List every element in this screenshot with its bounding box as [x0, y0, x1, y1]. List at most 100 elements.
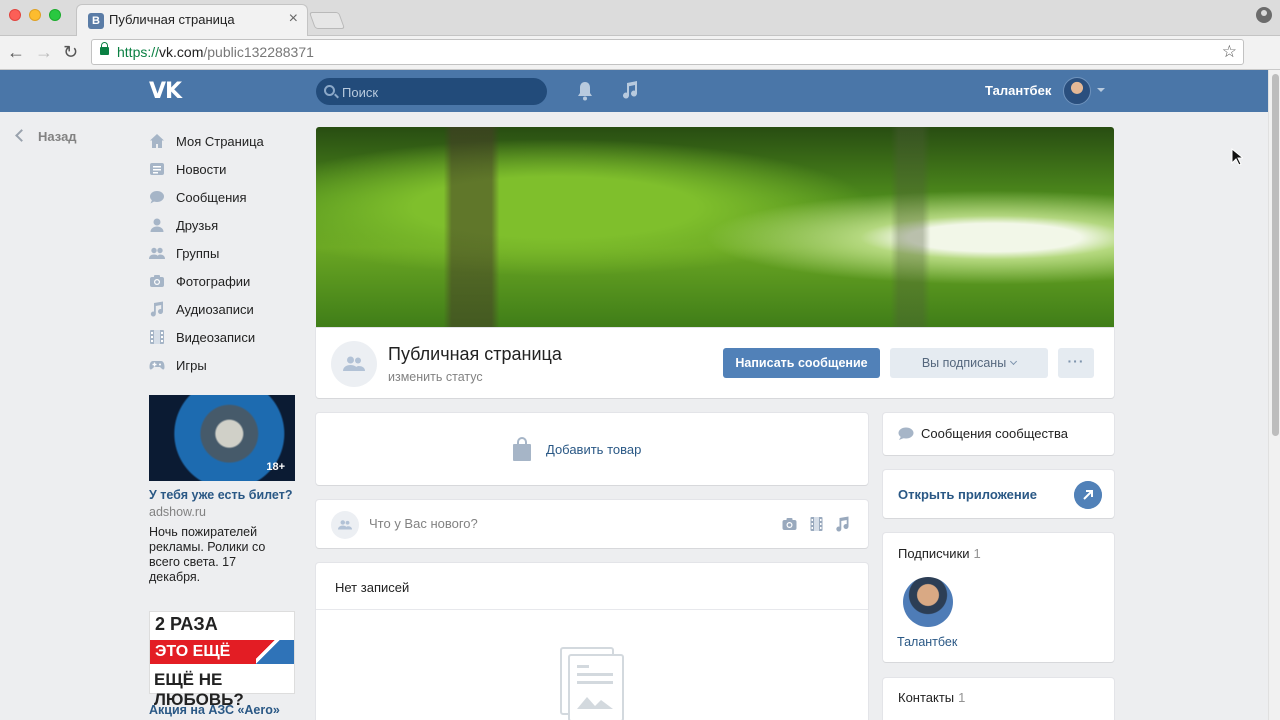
avatar[interactable] [903, 577, 953, 627]
menu-item-label: Сообщения [176, 190, 247, 205]
ad-title[interactable]: У тебя уже есть билет? [149, 488, 295, 502]
menu-item-my-page[interactable]: Моя Страница [149, 127, 299, 155]
divider [316, 609, 868, 610]
ad-banner[interactable]: 2 РАЗА ЭТО ЕЩЁ ЕЩЁ НЕ ЛЮБОВЬ? [149, 611, 295, 709]
menu-item-friends[interactable]: Друзья [149, 211, 299, 239]
header-user-name[interactable]: Талантбек [985, 83, 1051, 98]
menu-item-label: Видеозаписи [176, 330, 256, 345]
bell-icon[interactable] [577, 81, 593, 101]
subscribers-count: 1 [973, 546, 981, 561]
contacts-header[interactable]: Контакты 1 [898, 690, 965, 705]
news-icon [150, 163, 164, 175]
contacts-count: 1 [958, 690, 966, 705]
browser-tab-bar: В Публичная страница × [0, 0, 1280, 36]
film-icon [150, 330, 164, 344]
search-box[interactable] [316, 78, 547, 105]
menu-item-label: Новости [176, 162, 227, 177]
group-header: Публичная страница изменить статус Напис… [316, 328, 1114, 398]
ad-block[interactable]: 18+ У тебя уже есть билет? adshow.ru Ноч… [149, 395, 295, 585]
back-label: Назад [38, 129, 77, 144]
page-title: Публичная страница [388, 344, 562, 364]
ad-title[interactable]: Акция на АЗС «Аеro» [149, 703, 280, 717]
search-icon [324, 85, 335, 96]
address-bar: ← → ↻ https://vk.com/public132288371 ☆ [0, 36, 1280, 70]
search-input[interactable] [342, 83, 532, 101]
group-avatar[interactable] [331, 341, 377, 387]
url-text: https://vk.com/public132288371 [117, 44, 314, 60]
add-product-card[interactable]: Добавить товар [316, 413, 868, 485]
subscribed-button[interactable]: Вы подписаны [890, 348, 1048, 378]
menu-item-label: Фотографии [176, 274, 251, 289]
chevron-left-icon [15, 129, 28, 142]
ad-banner-line: ЭТО ЕЩЁ [150, 640, 256, 664]
mouse-cursor-icon [1231, 148, 1243, 166]
community-messages-card[interactable]: Сообщения сообщества [883, 413, 1114, 455]
bookmark-star-icon[interactable]: ☆ [1222, 42, 1237, 62]
menu-item-photos[interactable]: Фотографии [149, 267, 299, 295]
more-actions-button[interactable]: ··· [1058, 348, 1094, 378]
users-icon [338, 520, 352, 530]
send-message-button[interactable]: Написать сообщение [723, 348, 880, 378]
chevron-down-icon[interactable] [1097, 88, 1105, 92]
menu-item-games[interactable]: Игры [149, 351, 299, 379]
ad-text: Ночь пожирателей рекламы. Ролики со всег… [149, 525, 266, 584]
menu-item-messages[interactable]: Сообщения [149, 183, 299, 211]
arrow-up-right-icon[interactable] [1074, 481, 1102, 509]
scrollbar-thumb[interactable] [1272, 74, 1279, 436]
post-input[interactable]: Что у Вас нового? [369, 516, 478, 531]
browser-tab[interactable]: В Публичная страница × [76, 4, 308, 36]
ad-image[interactable]: 18+ [149, 395, 295, 481]
film-icon[interactable] [808, 516, 825, 532]
window-zoom-button[interactable] [49, 9, 61, 21]
subscribers-label: Подписчики [898, 546, 970, 561]
composer-avatar [331, 511, 359, 539]
menu-item-news[interactable]: Новости [149, 155, 299, 183]
menu-item-video[interactable]: Видеозаписи [149, 323, 299, 351]
header-avatar[interactable] [1063, 77, 1091, 105]
menu-item-label: Игры [176, 358, 207, 373]
groups-icon [149, 247, 165, 259]
ad-banner-line: 2 РАЗА [155, 614, 218, 634]
menu-item-label: Группы [176, 246, 220, 261]
group-cover-image [316, 127, 1114, 328]
contacts-label: Контакты [898, 690, 955, 705]
subscriber-name[interactable]: Талантбек [897, 635, 957, 649]
friends-icon [150, 218, 164, 232]
users-icon [343, 356, 365, 371]
music-icon[interactable] [621, 80, 639, 100]
camera-icon [150, 275, 164, 287]
lock-icon [100, 42, 109, 55]
menu-item-groups[interactable]: Группы [149, 239, 299, 267]
vk-logo[interactable]: VK [149, 79, 182, 104]
new-tab-button[interactable] [308, 12, 346, 29]
forward-button[interactable]: → [35, 42, 53, 62]
gamepad-icon [149, 361, 165, 370]
open-app-label: Открыть приложение [898, 487, 1037, 502]
posts-header: Нет записей [335, 580, 410, 595]
window-minimize-button[interactable] [29, 9, 41, 21]
post-composer[interactable]: Что у Вас нового? [316, 500, 868, 548]
back-button[interactable]: ← [7, 42, 25, 62]
reload-button[interactable]: ↻ [63, 42, 78, 62]
edit-status-link[interactable]: изменить статус [388, 370, 483, 384]
menu-item-audio[interactable]: Аудиозаписи [149, 295, 299, 323]
shopping-bag-icon [513, 437, 531, 461]
back-link[interactable]: Назад [15, 129, 77, 144]
contacts-card: Контакты 1 [883, 678, 1114, 720]
window-close-button[interactable] [9, 9, 21, 21]
vk-top-header: VK Талантбек [0, 70, 1268, 112]
ad-banner-graphic [256, 640, 294, 664]
vk-favicon-icon: В [88, 13, 104, 29]
chevron-down-icon [1010, 357, 1018, 366]
browser-profile-icon[interactable] [1256, 7, 1272, 23]
tab-close-icon[interactable]: × [289, 10, 298, 28]
subscribers-card: Подписчики 1 Талантбек [883, 533, 1114, 662]
url-input[interactable]: https://vk.com/public132288371 ☆ [91, 39, 1244, 65]
empty-posts-icon [560, 647, 624, 720]
menu-item-label: Аудиозаписи [176, 302, 254, 317]
camera-icon[interactable] [781, 516, 798, 532]
page-scrollbar[interactable] [1268, 70, 1280, 720]
music-icon[interactable] [834, 516, 851, 532]
subscribers-header[interactable]: Подписчики 1 [898, 546, 981, 561]
open-app-card[interactable]: Открыть приложение [883, 470, 1114, 518]
